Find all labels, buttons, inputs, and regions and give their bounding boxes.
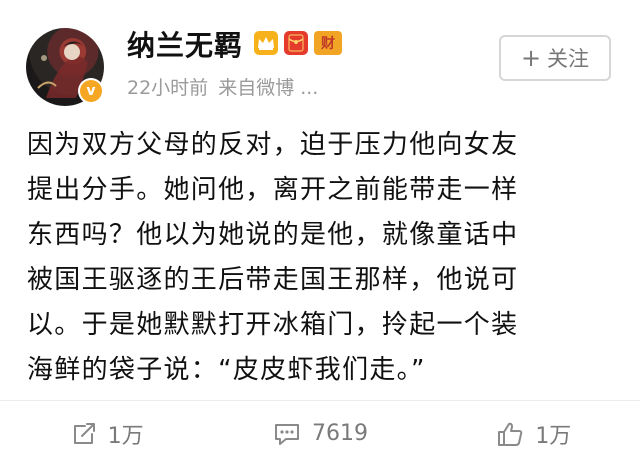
avatar-container[interactable]: v [26, 28, 104, 106]
comment-count: 7619 [311, 421, 368, 446]
action-bar: 1万 7619 1万 [0, 400, 640, 466]
user-badges: 财 [254, 31, 342, 55]
post-content: 因为双方父母的反对，迫于压力他向女友 提出分手。她问他，离开之前能带走一样 东西… [27, 123, 617, 393]
wealth-badge[interactable]: 财 [314, 31, 342, 55]
weibo-post-card: v 纳兰无羁 财 22小时前 来自微博 ... + 关注 因为双方父母的反对，迫… [0, 0, 640, 466]
content-line: 被国王驱逐的王后带走国王那样，他说可 [27, 265, 519, 295]
follow-label: 关注 [547, 47, 590, 71]
thumbs-up-icon [498, 422, 523, 446]
content-line: 东西吗？他以为她说的是他，就像童话中 [27, 220, 519, 250]
repost-icon [73, 422, 95, 444]
plus-icon: + [520, 44, 542, 72]
red-packet-badge-icon[interactable] [284, 31, 308, 55]
like-count: 1万 [535, 423, 572, 449]
follow-button[interactable]: + 关注 [499, 35, 611, 81]
comment-button[interactable]: 7619 [213, 401, 426, 466]
repost-button[interactable]: 1万 [0, 401, 213, 466]
content-line: 以。于是她默默打开冰箱门，拎起一个装 [27, 310, 519, 340]
repost-count: 1万 [107, 423, 144, 449]
post-time[interactable]: 22小时前 [127, 77, 208, 99]
username[interactable]: 纳兰无羁 [127, 28, 243, 64]
content-line: 海鲜的袋子说：“皮皮虾我们走。” [27, 355, 426, 385]
crown-badge-icon[interactable] [254, 31, 278, 55]
comment-icon [274, 423, 299, 445]
verified-icon: v [80, 80, 102, 102]
like-button[interactable]: 1万 [427, 401, 640, 466]
post-meta: 22小时前 来自微博 ... [127, 74, 318, 102]
verified-badge: v [78, 78, 104, 104]
post-source[interactable]: 来自微博 ... [218, 77, 318, 99]
content-line: 因为双方父母的反对，迫于压力他向女友 [27, 130, 519, 160]
content-line: 提出分手。她问他，离开之前能带走一样 [27, 175, 519, 205]
